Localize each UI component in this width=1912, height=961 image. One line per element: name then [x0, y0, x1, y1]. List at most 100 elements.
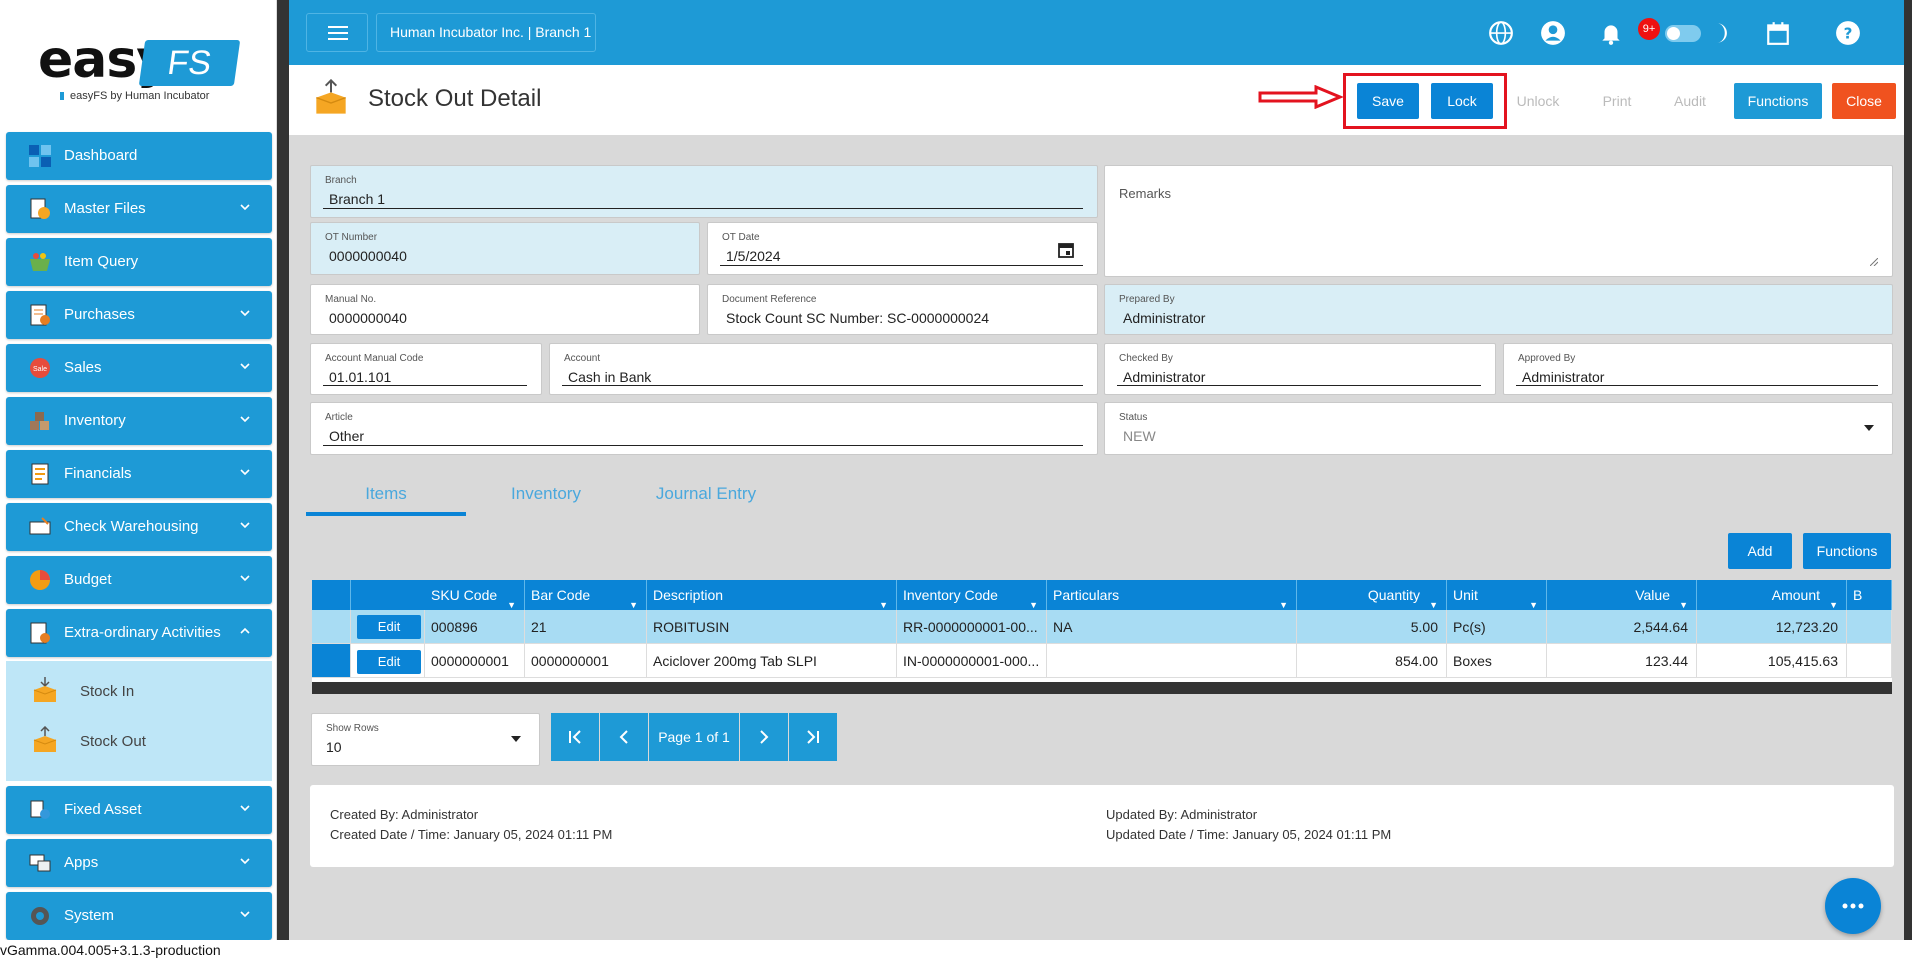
field-value: 10	[326, 739, 342, 755]
sidebar-item-dashboard[interactable]: Dashboard	[6, 132, 272, 180]
table-horizontal-scrollbar[interactable]	[312, 682, 1892, 694]
field-label: Article	[325, 412, 353, 423]
column-header-description[interactable]: Description ▼	[647, 580, 897, 610]
row-selector-header	[312, 580, 351, 610]
branch-field[interactable]: Branch Branch 1	[310, 165, 1098, 218]
column-header-bar-code[interactable]: Bar Code ▼	[525, 580, 647, 610]
print-button[interactable]: Print	[1586, 83, 1648, 119]
pie-chart-icon	[30, 570, 50, 590]
calendar-icon[interactable]	[1057, 241, 1075, 259]
sidebar-item-extra-ordinary-activities[interactable]: Extra-ordinary Activities	[6, 609, 272, 657]
unlock-button[interactable]: Unlock	[1507, 83, 1569, 119]
column-header-b[interactable]: B	[1847, 580, 1892, 610]
column-header-unit[interactable]: Unit ▼	[1447, 580, 1547, 610]
tab-journal-entry[interactable]: Journal Entry	[626, 476, 786, 516]
purchases-icon	[30, 304, 50, 326]
table-cell	[1847, 610, 1892, 644]
sidebar-item-sales[interactable]: Sale Sales	[6, 344, 272, 392]
ot-date-field[interactable]: OT Date 1/5/2024	[707, 222, 1098, 275]
sidebar-item-system[interactable]: System	[6, 892, 272, 940]
field-label: OT Number	[325, 232, 378, 243]
field-value: NEW	[1123, 428, 1156, 444]
table-cell: 21	[525, 610, 647, 644]
column-header-inventory-code[interactable]: Inventory Code ▼	[897, 580, 1047, 610]
show-rows-select[interactable]: Show Rows 10	[311, 713, 540, 766]
row-selector[interactable]	[312, 610, 351, 644]
resize-handle-icon[interactable]	[1870, 258, 1878, 266]
audit-button[interactable]: Audit	[1659, 83, 1721, 119]
sidebar-item-master-files[interactable]: Master Files	[6, 185, 272, 233]
bell-icon[interactable]	[1598, 20, 1624, 46]
sidebar-item-label: Apps	[64, 854, 99, 871]
status-select[interactable]: Status NEW	[1104, 402, 1893, 455]
prepared-by-field[interactable]: Prepared By Administrator	[1104, 284, 1893, 335]
column-header-value[interactable]: Value ▼	[1547, 580, 1697, 610]
globe-icon[interactable]	[1488, 20, 1514, 46]
account-field[interactable]: Account Cash in Bank	[549, 343, 1098, 395]
sidebar-item-apps[interactable]: Apps	[6, 839, 272, 887]
more-actions-fab[interactable]	[1825, 878, 1881, 934]
sidebar-item-inventory[interactable]: Inventory	[6, 397, 272, 445]
next-page-button[interactable]	[740, 713, 788, 761]
previous-page-button[interactable]	[600, 713, 648, 761]
sidebar: easy FS easyFS by Human Incubator Dashbo…	[0, 0, 277, 940]
ot-number-field[interactable]: OT Number 0000000040	[310, 222, 700, 275]
add-item-button[interactable]: Add	[1728, 533, 1792, 569]
field-label: Account Manual Code	[325, 353, 424, 364]
sidebar-item-label: Budget	[64, 571, 112, 588]
arrow-right-icon	[1258, 85, 1343, 109]
chevron-down-icon	[240, 204, 250, 211]
field-label: Document Reference	[722, 294, 817, 305]
table-cell: ROBITUSIN	[647, 610, 897, 644]
sidebar-subpanel: Stock In Stock Out	[6, 661, 272, 781]
article-field[interactable]: Article Other	[310, 402, 1098, 455]
menu-toggle-button[interactable]	[306, 13, 368, 52]
column-header-amount[interactable]: Amount ▼	[1697, 580, 1847, 610]
table-cell: RR-0000000001-00...	[897, 610, 1047, 644]
column-header-quantity[interactable]: Quantity ▼	[1297, 580, 1447, 610]
close-button[interactable]: Close	[1832, 83, 1896, 119]
tab-items[interactable]: Items	[306, 476, 466, 516]
tab-inventory[interactable]: Inventory	[466, 476, 626, 516]
edit-row-button[interactable]: Edit	[357, 650, 421, 674]
table-cell: 123.44	[1547, 644, 1697, 678]
sale-tag-icon: Sale	[30, 358, 50, 378]
sidebar-item-item-query[interactable]: Item Query	[6, 238, 272, 286]
edit-row-button[interactable]: Edit	[357, 615, 421, 639]
sidebar-item-budget[interactable]: Budget	[6, 556, 272, 604]
help-icon[interactable]: ?	[1835, 20, 1861, 46]
field-value: Administrator	[1123, 310, 1206, 326]
grid-functions-button[interactable]: Functions	[1803, 533, 1891, 569]
account-manual-code-field[interactable]: Account Manual Code 01.01.101	[310, 343, 542, 395]
remarks-field[interactable]: Remarks	[1104, 165, 1893, 277]
filter-icon: ▼	[507, 600, 516, 610]
first-page-icon	[569, 730, 581, 744]
column-header-particulars[interactable]: Particulars ▼	[1047, 580, 1297, 610]
approved-by-field[interactable]: Approved By Administrator	[1503, 343, 1893, 395]
filter-icon: ▼	[1029, 600, 1038, 610]
column-header-sku-code[interactable]: SKU Code ▼	[425, 580, 525, 610]
sidebar-item-fixed-asset[interactable]: Fixed Asset	[6, 786, 272, 834]
dark-mode-toggle[interactable]	[1665, 25, 1701, 42]
user-account-icon[interactable]	[1540, 20, 1566, 46]
row-selector[interactable]	[312, 644, 351, 678]
last-page-button[interactable]	[789, 713, 837, 761]
sidebar-subitem-label: Stock Out	[80, 733, 146, 750]
sidebar-item-financials[interactable]: Financials	[6, 450, 272, 498]
calendar-icon[interactable]	[1765, 20, 1791, 46]
sidebar-item-purchases[interactable]: Purchases	[6, 291, 272, 339]
sidebar-item-check-warehousing[interactable]: Check Warehousing	[6, 503, 272, 551]
field-label: Branch	[325, 175, 357, 186]
chevron-down-icon	[240, 469, 250, 476]
manual-no-field[interactable]: Manual No. 0000000040	[310, 284, 700, 335]
company-branch-selector[interactable]: Human Incubator Inc. | Branch 1	[376, 13, 596, 52]
field-value: Stock Count SC Number: SC-0000000024	[726, 310, 990, 326]
apps-icon	[29, 854, 51, 872]
table-cell: 854.00	[1297, 644, 1447, 678]
stock-out-box-icon	[33, 726, 57, 752]
checked-by-field[interactable]: Checked By Administrator	[1104, 343, 1496, 395]
document-reference-field[interactable]: Document Reference Stock Count SC Number…	[707, 284, 1098, 335]
first-page-button[interactable]	[551, 713, 599, 761]
functions-button[interactable]: Functions	[1734, 83, 1822, 119]
topbar: Human Incubator Inc. | Branch 1 9+ ?	[289, 0, 1912, 65]
